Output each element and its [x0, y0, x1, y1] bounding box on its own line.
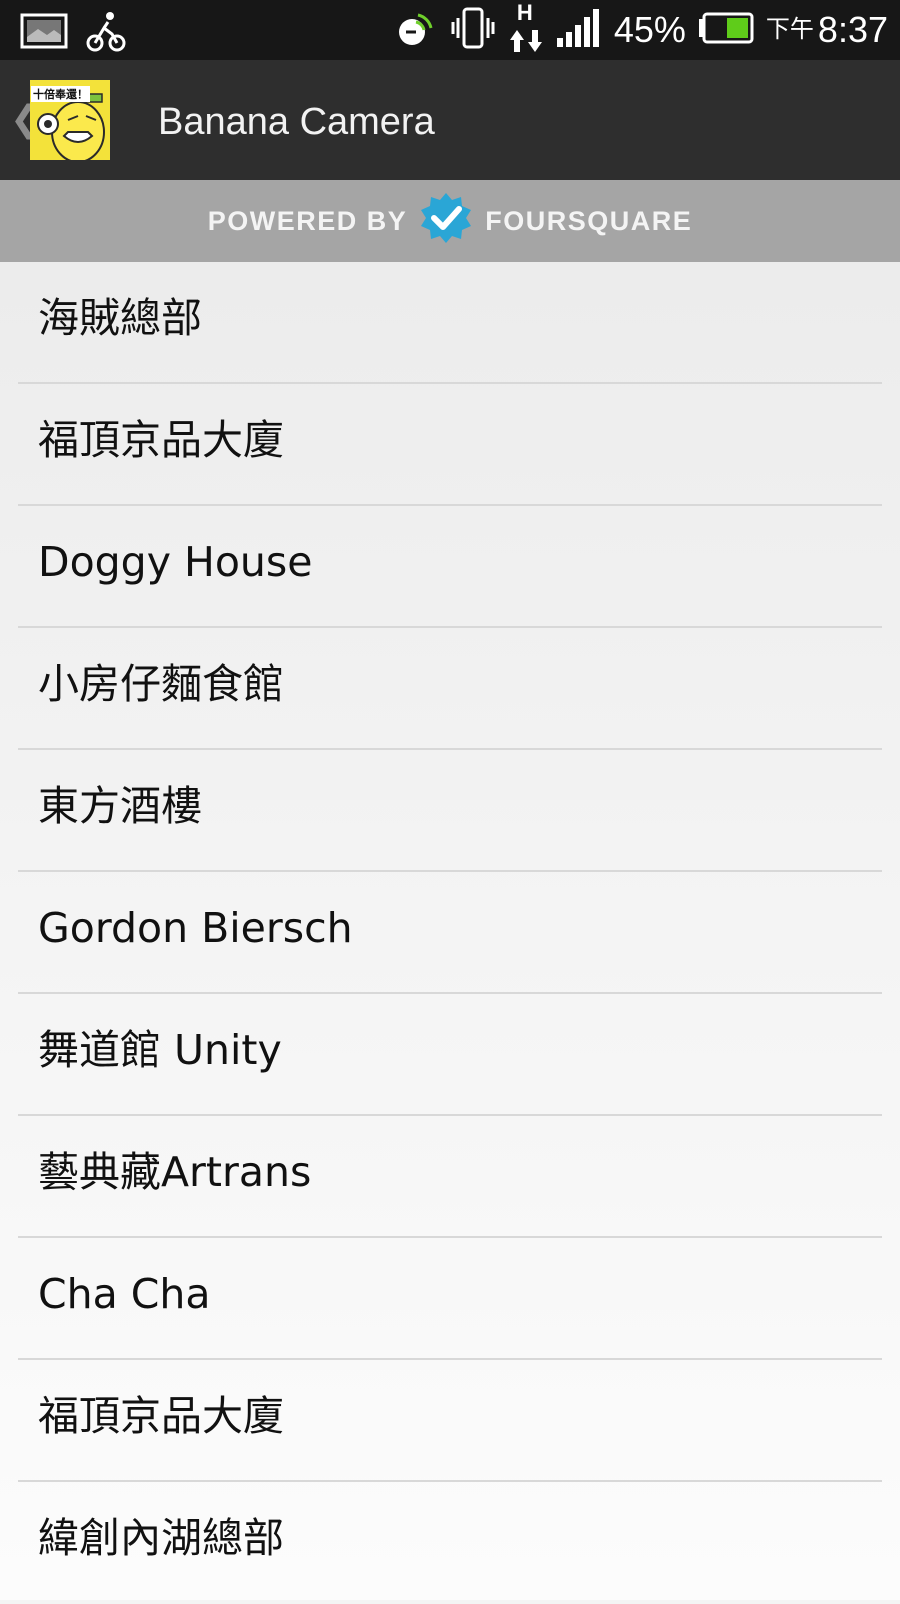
clock-ampm: 下午: [765, 16, 814, 43]
list-item[interactable]: 海賊總部: [18, 262, 882, 384]
cycling-icon: [86, 10, 126, 56]
action-bar: ❮ 十倍奉還！ Banana Camera: [0, 60, 900, 180]
network-type-label: H: [516, 0, 533, 25]
battery-percent: 45%: [613, 9, 686, 50]
list-item[interactable]: 福頂京品大廈: [18, 384, 882, 506]
venue-label: 福頂京品大廈: [38, 416, 284, 464]
venue-list: 海賊總部 福頂京品大廈 Doggy House 小房仔麵食館 東方酒樓 Gord…: [0, 262, 900, 1600]
venue-label: 東方酒樓: [38, 782, 202, 830]
venue-label: Doggy House: [38, 538, 313, 586]
nfc-icon: [394, 6, 438, 54]
list-item[interactable]: 東方酒樓: [18, 750, 882, 872]
list-item[interactable]: Cha Cha: [18, 1238, 882, 1360]
list-item[interactable]: 緯創內湖總部: [18, 1482, 882, 1604]
status-bar-left: [20, 10, 126, 56]
vibrate-icon: [450, 6, 496, 54]
list-item[interactable]: Doggy House: [18, 506, 882, 628]
app-icon[interactable]: 十倍奉還！: [30, 80, 110, 163]
list-item[interactable]: 藝典藏Artrans: [18, 1116, 882, 1238]
venue-label: 緯創內湖總部: [38, 1514, 284, 1562]
venue-label: Gordon Biersch: [38, 904, 353, 952]
venue-label: 舞道館 Unity: [38, 1026, 282, 1074]
app-icon-caption: 十倍奉還！: [31, 86, 90, 102]
powered-by-banner: POWERED BY FOURSQUARE: [0, 180, 900, 262]
list-item[interactable]: Gordon Biersch: [18, 872, 882, 994]
clock-time: 8:37: [817, 9, 888, 50]
app-title: Banana Camera: [158, 101, 435, 143]
venue-label: 海賊總部: [38, 294, 202, 342]
venue-label: 小房仔麵食館: [38, 660, 284, 708]
list-item[interactable]: 舞道館 Unity: [18, 994, 882, 1116]
data-transfer-icon: H: [508, 0, 544, 54]
status-bar-right: H 45% 下午 8:37: [394, 0, 888, 54]
foursquare-label: FOURSQUARE: [485, 205, 693, 236]
signal-icon: [556, 8, 602, 52]
list-item[interactable]: 小房仔麵食館: [18, 628, 882, 750]
gallery-icon: [20, 13, 68, 53]
foursquare-logo-icon: [419, 191, 473, 252]
venue-label: 藝典藏Artrans: [38, 1148, 312, 1196]
venue-label: Cha Cha: [38, 1270, 211, 1318]
venue-label: 福頂京品大廈: [38, 1392, 284, 1440]
status-bar: H 45% 下午 8:37: [0, 0, 900, 60]
battery-icon: [698, 12, 754, 48]
powered-by-label: POWERED BY: [207, 205, 408, 236]
list-item[interactable]: 福頂京品大廈: [18, 1360, 882, 1482]
